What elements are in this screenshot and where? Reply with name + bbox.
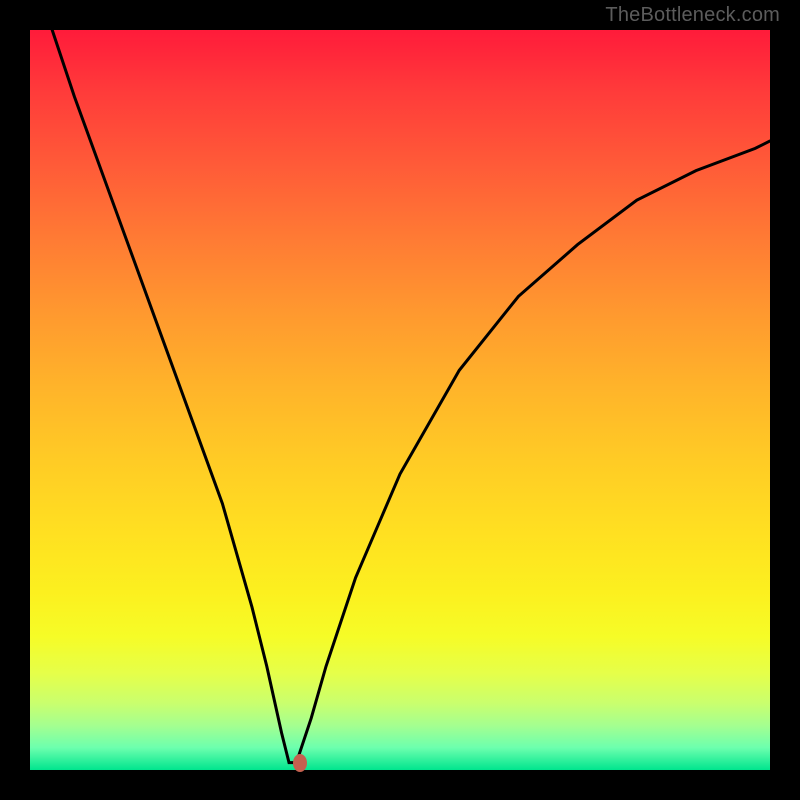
vertex-marker: [293, 754, 307, 772]
plot-area: [30, 30, 770, 770]
curve-svg: [30, 30, 770, 770]
chart-frame: TheBottleneck.com: [0, 0, 800, 800]
curve-path: [52, 30, 770, 763]
watermark-text: TheBottleneck.com: [605, 4, 780, 27]
